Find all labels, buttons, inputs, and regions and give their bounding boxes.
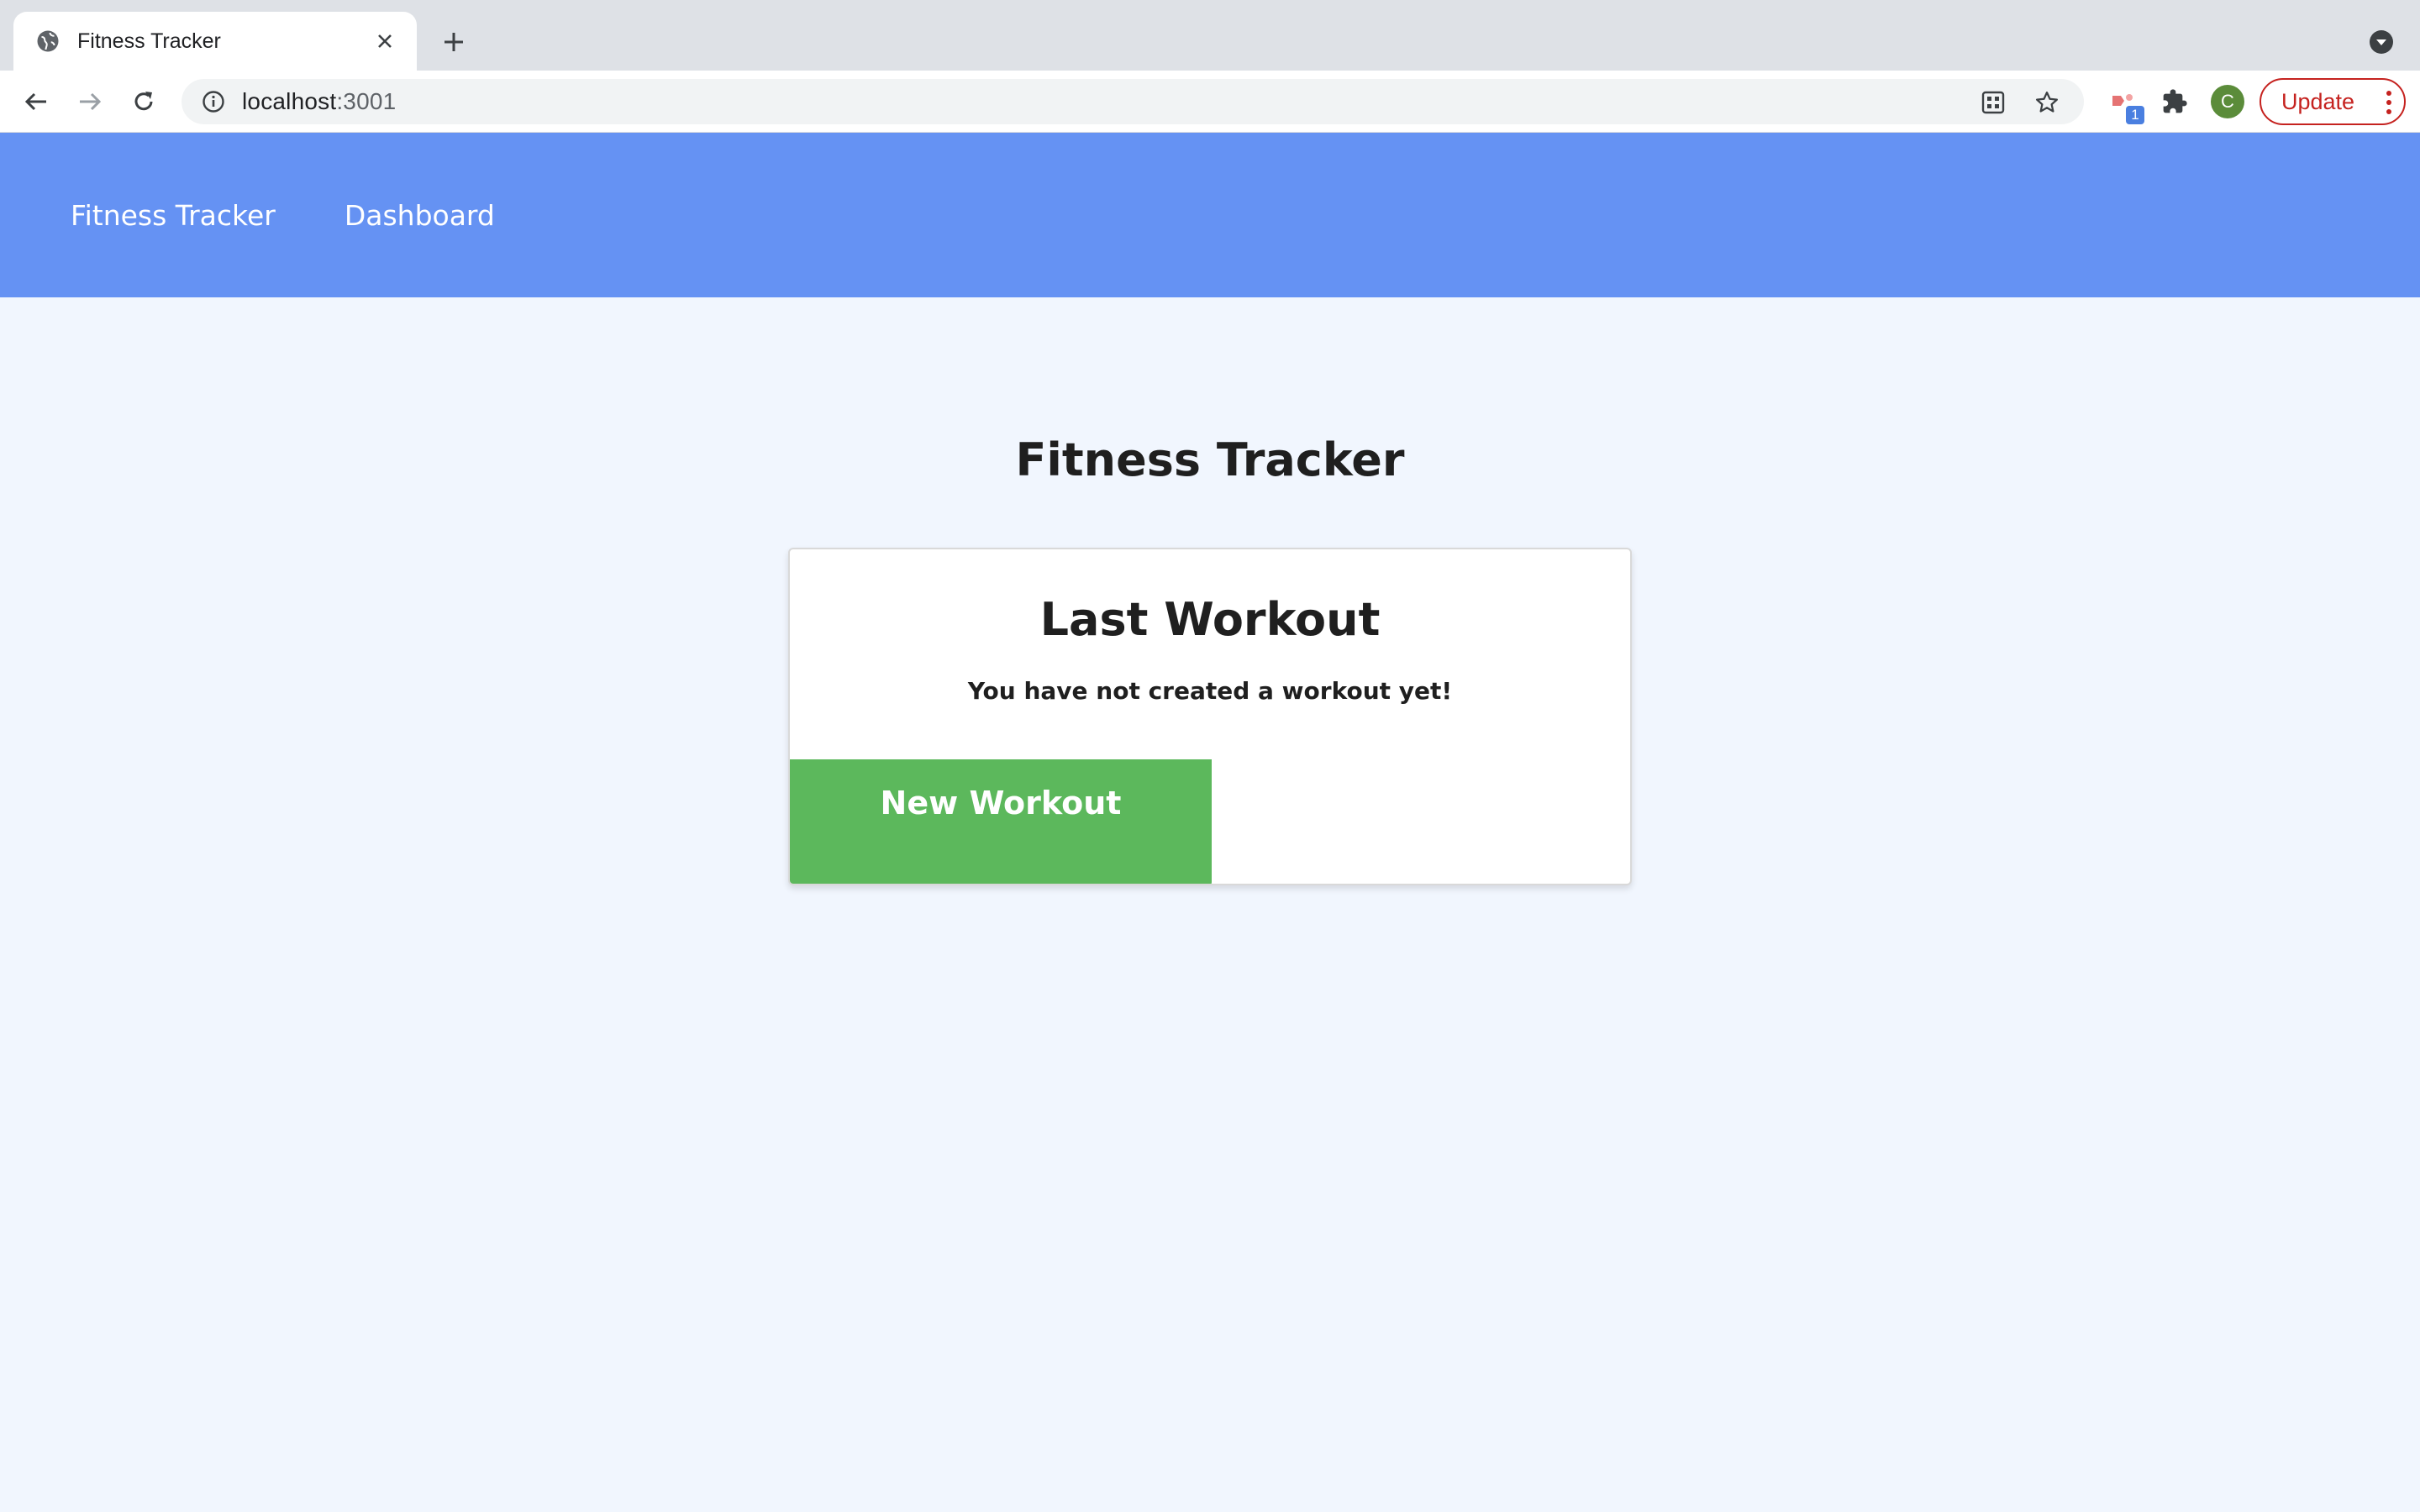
url-port: :3001 [336, 88, 397, 114]
browser-toolbar: localhost:3001 1 C Update [0, 71, 2420, 133]
extension-badge: 1 [2126, 106, 2144, 124]
nav-brand-link[interactable]: Fitness Tracker [71, 199, 276, 232]
page-title: Fitness Tracker [1015, 433, 1405, 486]
update-button[interactable]: Update [2260, 78, 2406, 125]
puzzle-icon[interactable] [2154, 81, 2196, 123]
browser-tab[interactable]: Fitness Tracker [13, 12, 417, 71]
profile-avatar[interactable]: C [2211, 85, 2244, 118]
last-workout-card: Last Workout You have not created a work… [788, 548, 1632, 885]
url-text: localhost:3001 [242, 88, 396, 115]
tab-title: Fitness Tracker [77, 29, 221, 53]
url-host: localhost [242, 88, 337, 114]
address-bar[interactable]: localhost:3001 [182, 79, 2084, 124]
plus-icon [445, 33, 463, 51]
info-icon[interactable] [200, 88, 227, 115]
chevron-down-icon [2370, 30, 2393, 54]
new-workout-button[interactable]: New Workout [790, 759, 1212, 884]
update-label: Update [2281, 88, 2355, 114]
extension-icon[interactable]: 1 [2102, 81, 2144, 124]
forward-button[interactable] [69, 81, 111, 123]
globe-icon [35, 29, 60, 54]
qr-code-icon[interactable] [1976, 86, 2010, 119]
nav-link-dashboard[interactable]: Dashboard [345, 199, 495, 232]
tab-search-button[interactable] [2366, 27, 2396, 57]
app-navbar: Fitness Tracker Dashboard [0, 133, 2420, 297]
close-icon[interactable] [370, 26, 400, 56]
forward-arrow-icon [80, 92, 102, 111]
tab-strip: Fitness Tracker [0, 0, 2420, 71]
reload-icon [134, 92, 153, 111]
reload-button[interactable] [123, 81, 165, 123]
back-arrow-icon [24, 92, 46, 111]
card-title: Last Workout [1039, 593, 1381, 646]
star-icon[interactable] [2030, 86, 2064, 119]
empty-workout-message: You have not created a workout yet! [967, 677, 1453, 705]
more-vert-icon[interactable] [2386, 90, 2392, 115]
new-tab-button[interactable] [434, 24, 474, 60]
new-workout-label: New Workout [880, 785, 1122, 822]
back-button[interactable] [15, 81, 57, 123]
